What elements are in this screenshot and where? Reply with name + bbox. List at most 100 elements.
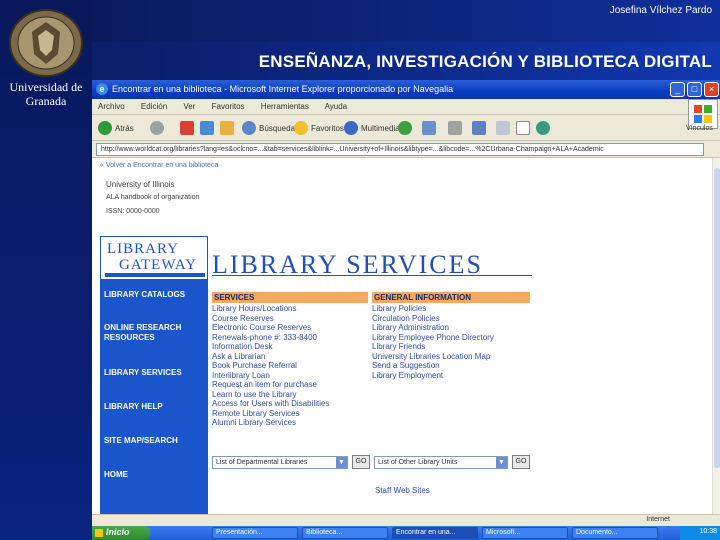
nav-library-help[interactable]: LIBRARY HELP: [104, 402, 163, 412]
menu-bar: Archivo Edición Ver Favoritos Herramient…: [92, 99, 720, 115]
services-link[interactable]: Request an item for purchase: [212, 380, 329, 390]
university-seal-icon: [9, 9, 83, 77]
messenger-icon: [536, 121, 550, 135]
multimedia-button[interactable]: Multimedia: [344, 120, 400, 136]
nav-library-catalogs[interactable]: LIBRARY CATALOGS: [104, 290, 185, 300]
home-icon: [220, 121, 234, 135]
other-units-select[interactable]: List of Other Library Units ▼: [374, 456, 508, 469]
start-button[interactable]: Inicio: [92, 526, 150, 540]
mail-button[interactable]: [422, 120, 439, 136]
browser-toolbar: Atrás Búsqueda Favoritos Multimedia Vínc…: [92, 115, 720, 141]
favorites-button[interactable]: Favoritos: [294, 120, 344, 136]
messenger-button[interactable]: [536, 120, 553, 136]
services-link[interactable]: Ask a Librarian: [212, 352, 329, 362]
back-button[interactable]: Atrás: [98, 120, 134, 136]
taskbar-item[interactable]: Microsoft...: [482, 527, 568, 539]
gateway-logo-line2: GATEWAY: [119, 257, 198, 273]
taskbar-item[interactable]: Presentación...: [212, 527, 298, 539]
general-info-link[interactable]: Library Policies: [372, 304, 494, 314]
taskbar-item[interactable]: Biblioteca...: [302, 527, 388, 539]
menu-edicion[interactable]: Edición: [141, 102, 167, 111]
menu-herramientas[interactable]: Herramientas: [261, 102, 309, 111]
gateway-logo-line1: LIBRARY: [107, 241, 180, 257]
stop-icon: [180, 121, 194, 135]
back-arrow-icon: [98, 121, 112, 135]
general-info-link[interactable]: Circulation Policies: [372, 314, 494, 324]
services-link[interactable]: Learn to use the Library: [212, 390, 329, 400]
institution-name: University of Illinois: [106, 180, 175, 189]
forward-arrow-icon: [150, 121, 164, 135]
history-icon: [398, 121, 412, 135]
menu-archivo[interactable]: Archivo: [98, 102, 125, 111]
general-info-link[interactable]: Library Employment: [372, 371, 494, 381]
refresh-icon: [200, 121, 214, 135]
services-link[interactable]: Information Desk: [212, 342, 329, 352]
windows-taskbar: Inicio Presentación... Biblioteca... Enc…: [92, 526, 720, 540]
taskbar-item[interactable]: Documento...: [572, 527, 658, 539]
print-button[interactable]: [448, 120, 465, 136]
close-button[interactable]: ×: [704, 82, 719, 97]
address-input[interactable]: http://www.worldcat.org/libraries?lang=e…: [96, 143, 704, 156]
services-link[interactable]: Renewals-phone #: 333-8400: [212, 333, 329, 343]
departmental-libraries-select[interactable]: List of Departmental Libraries ▼: [212, 456, 348, 469]
nav-site-map-search[interactable]: SITE MAP/SEARCH: [104, 436, 178, 446]
print-icon: [448, 121, 462, 135]
general-info-link[interactable]: Library Friends: [372, 342, 494, 352]
services-list: Library Hours/Locations Course Reserves …: [212, 304, 329, 428]
mail-icon: [422, 121, 436, 135]
gateway-logo-bar: [105, 273, 205, 277]
home-button[interactable]: [220, 120, 237, 136]
services-link[interactable]: Book Purchase Referral: [212, 361, 329, 371]
departmental-go-button[interactable]: GO: [352, 455, 370, 469]
services-link[interactable]: Course Reserves: [212, 314, 329, 324]
taskbar-item-active[interactable]: Encontrar en una...: [392, 527, 478, 539]
back-to-search-link[interactable]: « Volver a Encontrar en una biblioteca: [100, 162, 218, 169]
notes-button[interactable]: [516, 120, 533, 136]
scrollbar-thumb[interactable]: [714, 168, 720, 468]
staff-web-sites-link[interactable]: Staff Web Sites: [375, 486, 430, 495]
services-link[interactable]: Alumni Library Services: [212, 418, 329, 428]
refresh-button[interactable]: [200, 120, 217, 136]
ie-logo-icon: e: [96, 83, 108, 95]
window-titlebar[interactable]: e Encontrar en una biblioteca - Microsof…: [92, 80, 720, 99]
web-page: « Volver a Encontrar en una biblioteca U…: [92, 158, 712, 514]
slide-title: ENSEÑANZA, INVESTIGACIÓN Y BIBLIOTECA DI…: [258, 52, 712, 71]
history-button[interactable]: [398, 120, 415, 136]
discuss-icon: [496, 121, 510, 135]
links-label[interactable]: Vínculos: [686, 120, 713, 136]
maximize-button[interactable]: □: [687, 82, 702, 97]
multimedia-icon: [344, 121, 358, 135]
menu-ver[interactable]: Ver: [183, 102, 195, 111]
nav-home[interactable]: HOME: [104, 470, 128, 480]
general-info-link[interactable]: Send a Suggestion: [372, 361, 494, 371]
forward-button[interactable]: [150, 120, 167, 136]
services-link[interactable]: Library Hours/Locations: [212, 304, 329, 314]
system-tray: 10:38: [680, 526, 720, 540]
services-link[interactable]: Access for Users with Disabilities: [212, 399, 329, 409]
edit-button[interactable]: [472, 120, 489, 136]
nav-online-research-resources[interactable]: ONLINE RESEARCH RESOURCES: [104, 323, 202, 343]
other-units-go-button[interactable]: GO: [512, 455, 530, 469]
menu-favoritos[interactable]: Favoritos: [212, 102, 245, 111]
menu-ayuda[interactable]: Ayuda: [325, 102, 348, 111]
general-info-header: GENERAL INFORMATION: [372, 292, 530, 303]
heading-rule: [212, 275, 532, 276]
edit-icon: [472, 121, 486, 135]
search-button[interactable]: Búsqueda: [242, 120, 295, 136]
discuss-button[interactable]: [496, 120, 513, 136]
services-link[interactable]: Interlibrary Loan: [212, 371, 329, 381]
general-info-link[interactable]: University Libraries Location Map: [372, 352, 494, 362]
stop-button[interactable]: [180, 120, 197, 136]
minimize-button[interactable]: _: [670, 82, 685, 97]
general-info-link[interactable]: Library Administration: [372, 323, 494, 333]
general-info-link[interactable]: Library Employee Phone Directory: [372, 333, 494, 343]
windows-flag-icon: [95, 529, 103, 537]
university-name: Universidad de Granada: [9, 80, 83, 108]
status-zone-label: Internet: [646, 516, 670, 523]
nav-library-services[interactable]: LIBRARY SERVICES: [104, 368, 182, 378]
issn-label: ISSN: 0000-0000: [106, 208, 160, 215]
services-link[interactable]: Electronic Course Reserves: [212, 323, 329, 333]
page-scrollbar[interactable]: [712, 158, 720, 514]
search-icon: [242, 121, 256, 135]
services-link[interactable]: Remote Library Services: [212, 409, 329, 419]
